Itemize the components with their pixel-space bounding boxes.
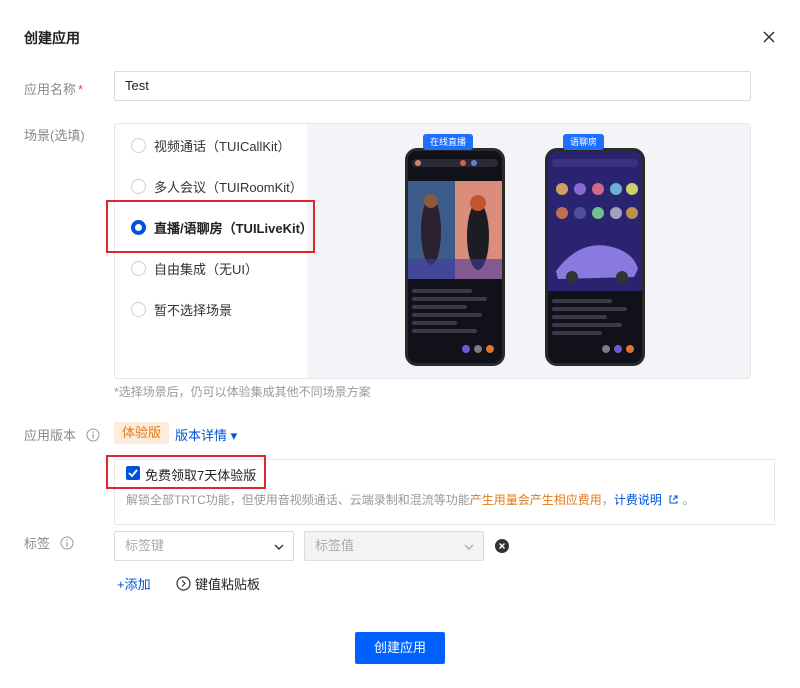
scene-label: 场景(选填) [24, 128, 85, 143]
plus-icon: + [117, 577, 125, 592]
add-tag-button[interactable]: +添加 [117, 574, 151, 593]
circle-chevron-icon [176, 576, 191, 591]
scene-preview: 在线直播 语聊房 [307, 124, 750, 378]
create-app-button[interactable]: 创建应用 [355, 632, 445, 664]
version-detail-link[interactable]: 版本详情 ▾ [175, 425, 237, 444]
info-icon[interactable] [60, 536, 74, 553]
preview-tag-voice-room: 语聊房 [563, 134, 605, 150]
tag-value-select[interactable]: 标签值 [304, 531, 484, 561]
trial-checkbox[interactable] [126, 466, 140, 480]
version-label: 应用版本 [24, 425, 100, 445]
check-icon [128, 469, 138, 478]
app-name-input[interactable]: Test [114, 71, 751, 101]
preview-tag-live: 在线直播 [423, 134, 474, 150]
radio-live[interactable] [131, 219, 146, 235]
trial-description: 解锁全部TRTC功能，但使用音视频通话、云端录制和混流等功能产生用量会产生相应费… [126, 493, 695, 507]
chevron-down-icon [274, 544, 284, 550]
radio-meeting[interactable] [131, 178, 146, 194]
phone-preview-live [405, 148, 505, 366]
radio-free[interactable] [131, 260, 146, 276]
scene-panel: 在线直播 语聊房 [114, 123, 751, 379]
scene-option-meeting[interactable]: 多人会议（TUIRoomKit） [131, 175, 303, 197]
radio-video-call[interactable] [131, 137, 146, 153]
info-icon[interactable] [86, 428, 100, 445]
trial-checkbox-label[interactable]: 免费领取7天体验版 [145, 465, 256, 484]
close-icon[interactable] [760, 28, 778, 46]
scene-option-video-call[interactable]: 视频通话（TUICallKit） [131, 134, 291, 156]
scene-option-none[interactable]: 暂不选择场景 [131, 298, 232, 320]
scene-option-free[interactable]: 自由集成（无UI） [131, 257, 258, 279]
tag-key-select[interactable]: 标签键 [114, 531, 294, 561]
billing-link[interactable]: 计费说明 [614, 493, 662, 507]
paste-board-button[interactable]: 键值粘贴板 [176, 574, 260, 593]
radio-none[interactable] [131, 301, 146, 317]
chevron-down-icon [464, 544, 474, 550]
scene-option-live[interactable]: 直播/语聊房（TUILiveKit） [131, 216, 313, 238]
version-badge: 体验版 [114, 422, 170, 444]
phone-preview-voice-room [545, 148, 645, 366]
dialog-title: 创建应用 [24, 30, 80, 46]
external-link-icon[interactable] [665, 493, 679, 507]
app-name-label: 应用名称 * [24, 82, 84, 97]
tags-label: 标签 [24, 533, 74, 553]
clear-tag-icon[interactable] [495, 539, 509, 553]
scene-hint: *选择场景后，仍可以体验集成其他不同场景方案 [114, 385, 371, 399]
